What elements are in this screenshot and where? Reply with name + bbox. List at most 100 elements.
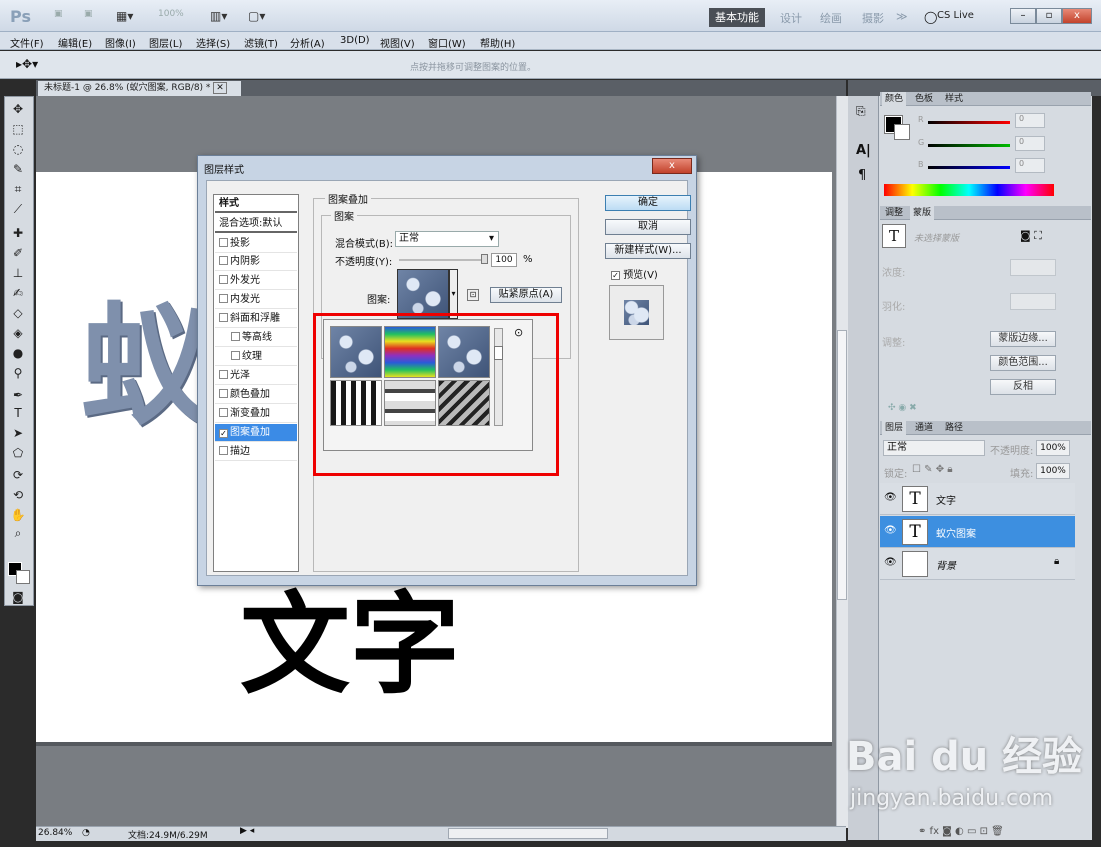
- opacity-slider-handle[interactable]: [481, 254, 488, 264]
- menu-help[interactable]: 帮助(H): [480, 35, 515, 50]
- document-tab[interactable]: 未标题-1 @ 26.8% (蚁穴图案, RGB/8) * ✕: [38, 81, 241, 96]
- type-tool-icon[interactable]: T: [8, 406, 28, 423]
- ok-button[interactable]: 确定: [605, 195, 691, 211]
- styles-header[interactable]: 样式: [215, 195, 297, 213]
- path-select-icon[interactable]: ➤: [8, 426, 28, 443]
- workspace-essentials[interactable]: 基本功能: [709, 8, 765, 27]
- feather-field[interactable]: [1010, 293, 1056, 310]
- style-item-outer-glow[interactable]: 外发光: [215, 272, 297, 290]
- invert-button[interactable]: 反相: [990, 379, 1056, 395]
- layer-row[interactable]: 👁︎ 背景 🔒︎: [880, 548, 1075, 580]
- channel-r-value[interactable]: 0: [1015, 113, 1045, 128]
- stamp-tool-icon[interactable]: ⊥: [8, 266, 28, 283]
- tab-paths[interactable]: 路径: [942, 421, 966, 435]
- history-brush-icon[interactable]: ✍: [8, 286, 28, 303]
- zoom-tool-icon[interactable]: ⌕: [8, 526, 28, 543]
- checkbox[interactable]: [219, 389, 228, 398]
- preview-checkbox-row[interactable]: ✓ 预览(V): [611, 266, 658, 281]
- density-field[interactable]: [1010, 259, 1056, 276]
- channel-g-value[interactable]: 0: [1015, 136, 1045, 151]
- cs-live-button[interactable]: CS Live: [937, 10, 974, 21]
- channel-g-slider[interactable]: [928, 144, 1010, 147]
- snap-to-origin-button[interactable]: 贴紧原点(A): [490, 287, 562, 303]
- style-item-satin[interactable]: 光泽: [215, 367, 297, 385]
- horizontal-scroll-thumb[interactable]: [448, 828, 608, 839]
- checkbox[interactable]: [219, 446, 228, 455]
- eyedropper-tool-icon[interactable]: ⟋: [8, 202, 28, 219]
- workspace-photography[interactable]: 摄影: [862, 10, 884, 26]
- style-item-inner-glow[interactable]: 内发光: [215, 291, 297, 309]
- style-item-gradient-overlay[interactable]: 渐变叠加: [215, 405, 297, 423]
- pixel-mask-icon[interactable]: ◙ ⛶: [1020, 229, 1042, 243]
- minimize-button[interactable]: –: [1010, 8, 1036, 24]
- checkbox[interactable]: [219, 238, 228, 247]
- cancel-button[interactable]: 取消: [605, 219, 691, 235]
- color-spectrum[interactable]: [884, 184, 1054, 196]
- color-range-button[interactable]: 颜色范围...: [990, 355, 1056, 371]
- paint-bucket-icon[interactable]: ◈: [8, 326, 28, 343]
- menu-select[interactable]: 选择(S): [196, 35, 230, 50]
- view-extras-icon[interactable]: ▦▾: [116, 9, 133, 25]
- new-style-button[interactable]: 新建样式(W)...: [605, 243, 691, 259]
- bridge-icon[interactable]: ▣: [54, 9, 63, 25]
- pattern-dropdown-arrow-icon[interactable]: ▾: [449, 269, 458, 319]
- background-color-swatch[interactable]: [16, 570, 30, 584]
- quick-mask-icon[interactable]: ◙: [8, 590, 28, 607]
- tab-channels[interactable]: 通道: [912, 421, 936, 435]
- layer-blend-mode[interactable]: 正常: [883, 440, 985, 456]
- checkbox-checked[interactable]: ✓: [219, 429, 228, 438]
- checkbox[interactable]: [219, 256, 228, 265]
- new-preset-icon[interactable]: ⊡: [467, 289, 479, 301]
- maximize-button[interactable]: ▫: [1036, 8, 1062, 24]
- workspace-more[interactable]: ≫: [896, 10, 908, 23]
- quick-select-tool-icon[interactable]: ✎: [8, 162, 28, 179]
- workspace-painting[interactable]: 绘画: [820, 10, 842, 26]
- channel-b-slider[interactable]: [928, 166, 1010, 169]
- menu-edit[interactable]: 编辑(E): [58, 35, 92, 50]
- lock-icons[interactable]: ☐ ✎ ✥ 🔒︎: [912, 464, 953, 475]
- channel-r-slider[interactable]: [928, 121, 1010, 124]
- opacity-field[interactable]: 100: [491, 253, 517, 267]
- dodge-tool-icon[interactable]: ⚲: [8, 366, 28, 383]
- vertical-scroll-thumb[interactable]: [837, 330, 847, 600]
- layer-row[interactable]: 👁︎ T 文字: [880, 483, 1075, 515]
- checkbox[interactable]: [219, 294, 228, 303]
- style-item-pattern-overlay[interactable]: ✓ 图案叠加: [215, 424, 297, 442]
- style-item-stroke[interactable]: 描边: [215, 443, 297, 461]
- close-tab-icon[interactable]: ✕: [213, 82, 227, 94]
- hand-tool-icon[interactable]: ✋: [8, 508, 28, 525]
- menu-filter[interactable]: 滤镜(T): [244, 35, 278, 50]
- tab-color[interactable]: 颜色: [882, 92, 907, 106]
- pattern-preview[interactable]: [397, 269, 449, 319]
- blur-tool-icon[interactable]: ●: [8, 346, 28, 363]
- blend-mode-select[interactable]: 正常 ▾: [395, 231, 499, 247]
- color-background[interactable]: [894, 124, 910, 140]
- menu-window[interactable]: 窗口(W): [428, 35, 466, 50]
- eye-icon[interactable]: 👁︎: [884, 525, 897, 536]
- mask-footer-icons[interactable]: ✣ ◉ ✖: [888, 403, 917, 413]
- style-item-bevel[interactable]: 斜面和浮雕: [215, 310, 297, 328]
- eraser-tool-icon[interactable]: ◇: [8, 306, 28, 323]
- eye-icon[interactable]: 👁︎: [884, 492, 897, 503]
- status-info-icon[interactable]: ◔: [82, 828, 90, 838]
- menu-analysis[interactable]: 分析(A): [290, 35, 325, 50]
- channel-b-value[interactable]: 0: [1015, 158, 1045, 173]
- layers-footer-icons[interactable]: ⚭ fx ◙ ◐ ▭ ⊡ 🗑︎: [918, 826, 1004, 837]
- layer-opacity-field[interactable]: 100%: [1036, 440, 1070, 456]
- eye-icon[interactable]: 👁︎: [884, 557, 897, 568]
- status-zoom[interactable]: 26.84%: [38, 828, 72, 838]
- dialog-close-button[interactable]: x: [652, 158, 692, 174]
- close-window-button[interactable]: x: [1062, 8, 1092, 24]
- pen-tool-icon[interactable]: ✒: [8, 388, 28, 405]
- 3d-rotate-icon[interactable]: ⟳: [8, 468, 28, 485]
- workspace-design[interactable]: 设计: [780, 10, 802, 26]
- style-item-drop-shadow[interactable]: 投影: [215, 235, 297, 253]
- checkbox[interactable]: [219, 408, 228, 417]
- screen-mode-icon[interactable]: ▢▾: [248, 9, 265, 25]
- minibridge-icon[interactable]: ▣: [84, 9, 93, 25]
- preview-checkbox[interactable]: ✓: [611, 271, 620, 280]
- zoom-level[interactable]: 100%: [158, 9, 184, 25]
- tab-masks[interactable]: 蒙版: [910, 206, 935, 220]
- opacity-slider[interactable]: [399, 259, 487, 261]
- 3d-orbit-icon[interactable]: ⟲: [8, 488, 28, 505]
